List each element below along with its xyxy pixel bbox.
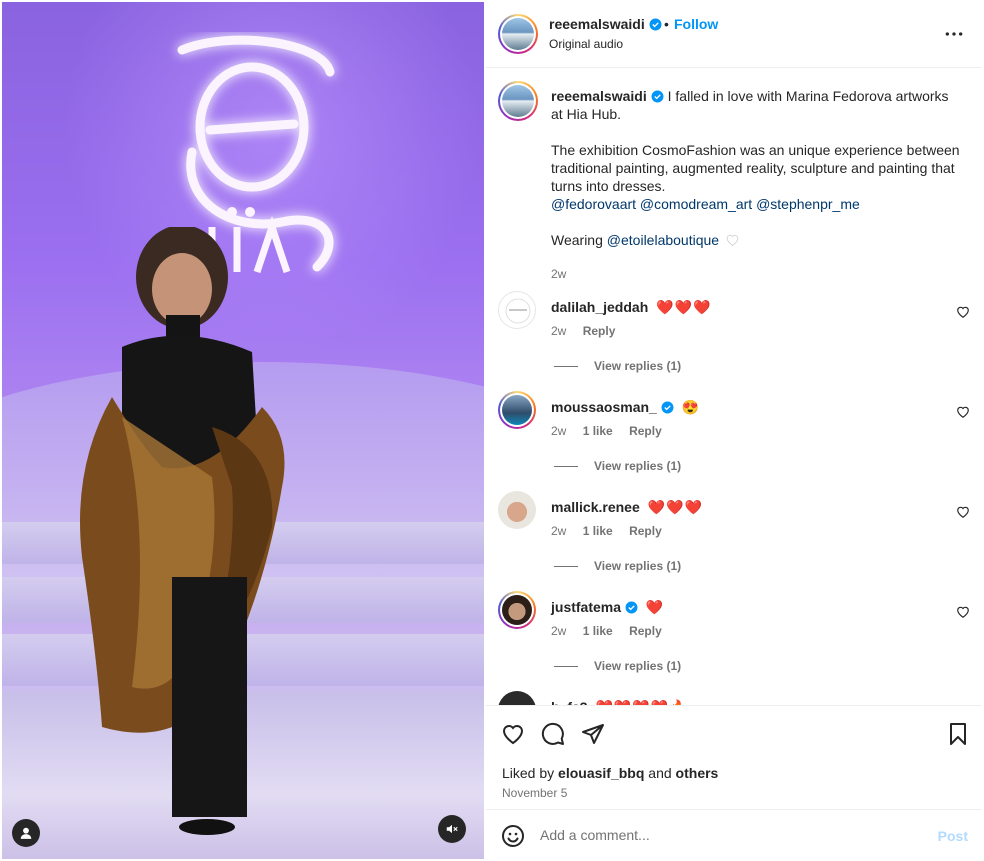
- like-comment-icon[interactable]: [956, 505, 970, 519]
- comment-text: ❤️❤️❤️: [647, 499, 703, 515]
- caption-avatar[interactable]: [498, 81, 538, 121]
- commenter-avatar[interactable]: [498, 291, 536, 329]
- reply-button[interactable]: Reply: [629, 524, 662, 538]
- post-panel: reeemalswaidi • Follow Original audio re…: [486, 2, 982, 859]
- reply-button[interactable]: Reply: [583, 324, 616, 338]
- verified-badge-icon: [661, 401, 674, 414]
- comment-likes[interactable]: 1 like: [583, 424, 613, 438]
- post-actions: Liked by elouasif_bbq and others Novembe…: [486, 705, 982, 810]
- original-audio-link[interactable]: Original audio: [549, 37, 623, 51]
- comment-time[interactable]: 2w: [551, 524, 566, 538]
- comment-text: ❤️❤️❤️: [656, 299, 712, 315]
- verified-badge-icon: [649, 18, 662, 31]
- save-icon[interactable]: [946, 722, 970, 746]
- more-options-icon[interactable]: [944, 24, 964, 44]
- liked-and: and: [648, 765, 672, 781]
- emoji-icon[interactable]: [501, 824, 525, 848]
- comment-item: h_fs3 ❤️❤️❤️❤️🔥: [498, 691, 976, 705]
- verified-badge-icon: [625, 601, 638, 614]
- view-replies-link[interactable]: View replies (1): [554, 359, 681, 373]
- liked-by: Liked by elouasif_bbq and others: [502, 765, 718, 781]
- caption-wearing-label: Wearing: [551, 232, 603, 248]
- post-header: reeemalswaidi • Follow Original audio: [486, 2, 982, 68]
- comments-section[interactable]: reeemalswaidi I falled in love with Mari…: [486, 69, 982, 705]
- caption-username[interactable]: reeemalswaidi: [551, 88, 664, 104]
- post-media[interactable]: [2, 2, 484, 859]
- comment-time[interactable]: 2w: [551, 424, 566, 438]
- liked-prefix: Liked by: [502, 765, 555, 781]
- reply-button[interactable]: Reply: [629, 624, 662, 638]
- comment-item: justfatema ❤️ 2w 1 like Reply View repli…: [498, 591, 976, 691]
- like-comment-icon[interactable]: [956, 305, 970, 319]
- model-figure: [80, 227, 285, 835]
- caption-mentions[interactable]: @fedorovaart @comodream_art @stephenpr_m…: [551, 195, 961, 213]
- follow-button[interactable]: Follow: [674, 16, 718, 32]
- comment-item: moussaosman_ 😍 2w 1 like Reply View repl…: [498, 391, 976, 491]
- caption-wearing-mention[interactable]: @etoilelaboutique: [607, 232, 719, 248]
- like-icon[interactable]: [501, 722, 525, 746]
- muted-speaker-icon: [446, 824, 458, 834]
- commenter-avatar[interactable]: [498, 691, 536, 705]
- separator-dot: •: [664, 16, 669, 32]
- comment-likes[interactable]: 1 like: [583, 624, 613, 638]
- commenter-username[interactable]: dalilah_jeddah: [551, 299, 648, 315]
- mute-button[interactable]: [438, 815, 466, 843]
- comment-time[interactable]: 2w: [551, 324, 566, 338]
- view-replies-link[interactable]: View replies (1): [554, 559, 681, 573]
- tagged-people-button[interactable]: [12, 819, 40, 847]
- author-avatar[interactable]: [498, 14, 538, 54]
- commenter-username[interactable]: moussaosman_: [551, 399, 674, 415]
- comment-likes[interactable]: 1 like: [583, 524, 613, 538]
- reply-button[interactable]: Reply: [629, 424, 662, 438]
- white-heart-icon: [726, 234, 739, 246]
- comment-text: ❤️: [645, 599, 665, 615]
- share-icon[interactable]: [581, 722, 605, 746]
- verified-badge-icon: [651, 90, 664, 103]
- author-username[interactable]: reeemalswaidi: [549, 16, 662, 32]
- caption-time[interactable]: 2w: [551, 267, 566, 281]
- comment-time[interactable]: 2w: [551, 624, 566, 638]
- comment-item: dalilah_jeddah ❤️❤️❤️ 2w Reply View repl…: [498, 291, 976, 391]
- comment-text: 😍: [681, 399, 700, 415]
- person-icon: [20, 827, 32, 839]
- comment-composer: Post: [486, 809, 982, 859]
- comment-item: mallick.renee ❤️❤️❤️ 2w 1 like Reply Vie…: [498, 491, 976, 591]
- commenter-avatar[interactable]: [498, 391, 536, 429]
- commenter-avatar[interactable]: [498, 591, 536, 629]
- caption-text: reeemalswaidi I falled in love with Mari…: [551, 87, 961, 249]
- comment-icon[interactable]: [541, 722, 565, 746]
- liked-by-user[interactable]: elouasif_bbq: [558, 765, 644, 781]
- commenter-username[interactable]: justfatema: [551, 599, 638, 615]
- post-date[interactable]: November 5: [502, 786, 567, 800]
- commenter-avatar[interactable]: [498, 491, 536, 529]
- comment-input[interactable]: [540, 818, 920, 852]
- view-replies-link[interactable]: View replies (1): [554, 459, 681, 473]
- like-comment-icon[interactable]: [956, 405, 970, 419]
- caption-body: The exhibition CosmoFashion was an uniqu…: [551, 142, 960, 194]
- liked-others-link[interactable]: others: [676, 765, 719, 781]
- view-replies-link[interactable]: View replies (1): [554, 659, 681, 673]
- like-comment-icon[interactable]: [956, 605, 970, 619]
- post-comment-button[interactable]: Post: [938, 828, 968, 844]
- commenter-username[interactable]: mallick.renee: [551, 499, 640, 515]
